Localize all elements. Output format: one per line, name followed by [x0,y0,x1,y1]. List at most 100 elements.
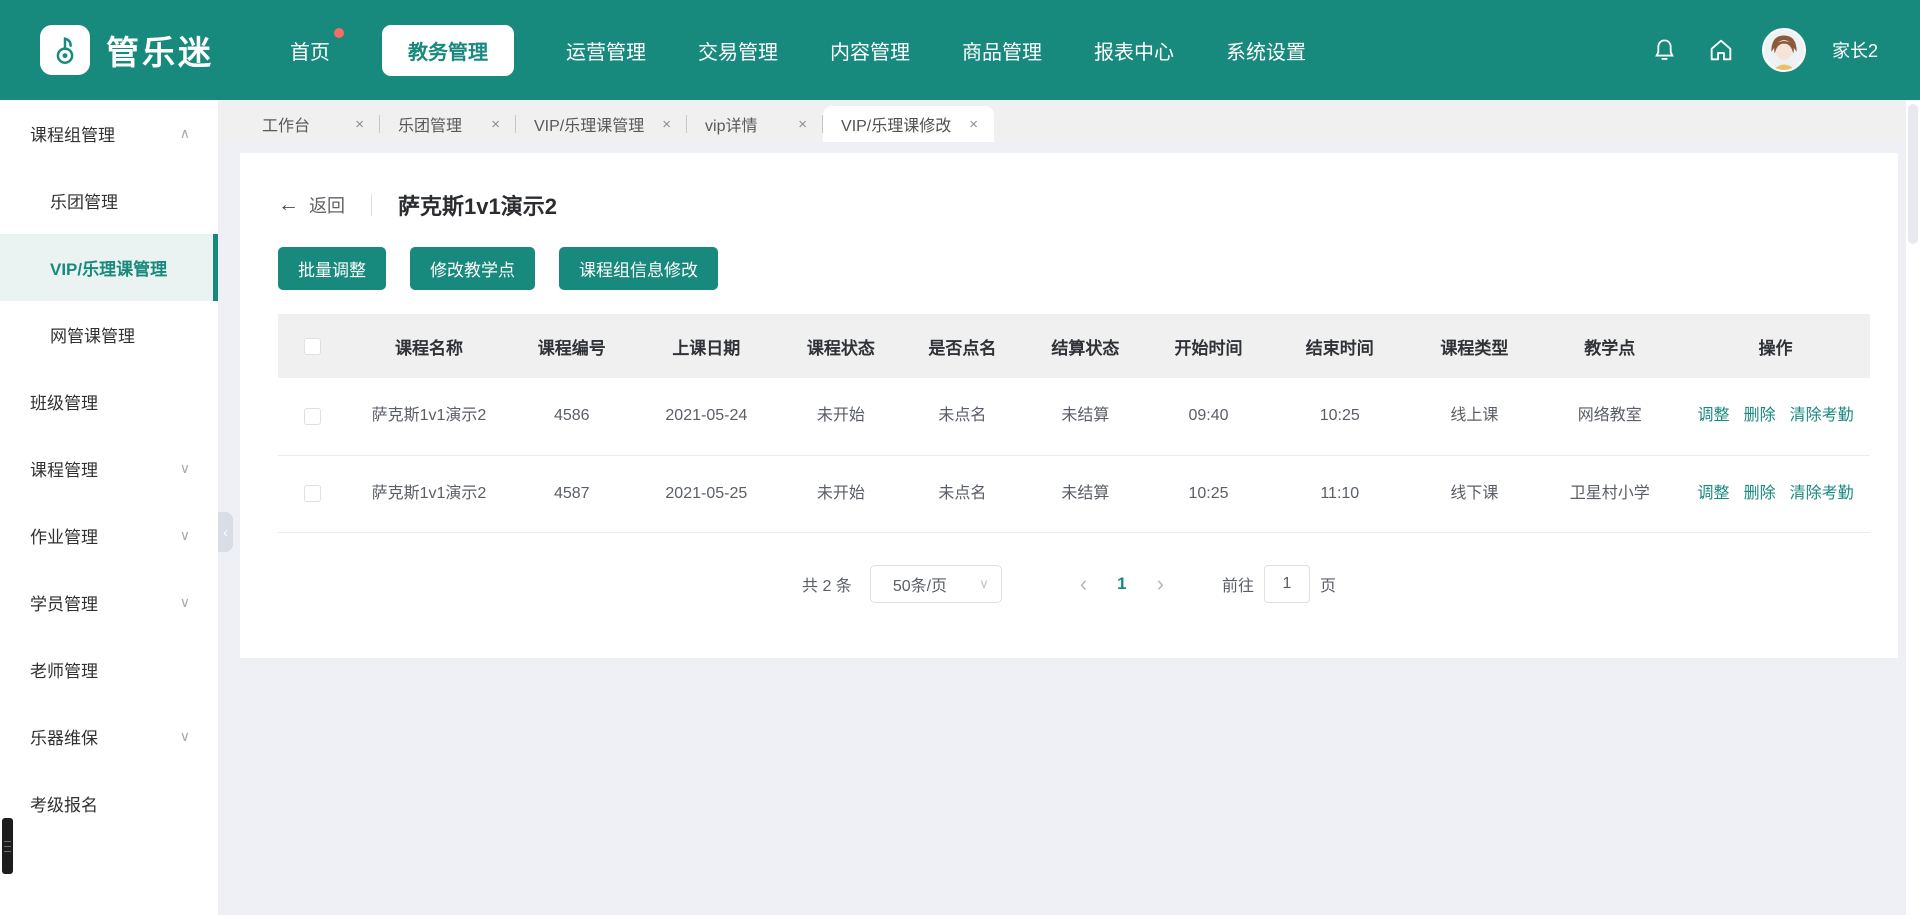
edit-teaching-site-button[interactable]: 修改教学点 [410,247,535,290]
table-header-row: 课程名称 课程编号 上课日期 课程状态 是否点名 结算状态 开始时间 结束时间 … [278,314,1870,378]
close-icon[interactable]: × [798,116,807,133]
row-checkbox[interactable] [304,408,321,425]
cell-course-code: 4587 [511,455,632,532]
cell-course-name: 萨克斯1v1演示2 [372,404,487,428]
content-card: ← 返回 萨克斯1v1演示2 批量调整 修改教学点 课程组信息修改 [240,153,1898,658]
sidebar-item-homework-mgmt[interactable]: 作业管理 ∨ [0,502,218,569]
brand-name: 管乐迷 [106,26,214,74]
tab-vip-theory-mgmt[interactable]: VIP/乐理课管理 × [516,106,687,142]
col-teaching-site: 教学点 [1538,314,1681,378]
sidebar-item-band-mgmt[interactable]: 乐团管理 [0,167,218,234]
col-course-type: 课程类型 [1410,314,1538,378]
main-content: ← 返回 萨克斯1v1演示2 批量调整 修改教学点 课程组信息修改 [218,142,1906,915]
toolbar: 批量调整 修改教学点 课程组信息修改 [240,221,1898,290]
cell-start-time: 09:40 [1148,378,1269,455]
collapse-arrow-icon: ‹ [223,524,228,540]
tab-workbench[interactable]: 工作台 × [244,106,380,142]
col-course-status: 课程状态 [780,314,901,378]
top-navbar: 管乐迷 首页 教务管理 运营管理 交易管理 内容管理 商品管理 报表中心 系统设… [0,0,1920,100]
close-icon[interactable]: × [969,116,978,133]
sidebar-item-instrument-maintenance[interactable]: 乐器维保 ∨ [0,703,218,770]
user-avatar[interactable] [1762,28,1806,72]
select-all-checkbox[interactable] [304,338,321,355]
goto-unit-label: 页 [1320,572,1336,596]
sidebar-collapse-handle[interactable]: ‹ [218,512,233,552]
delete-link[interactable]: 删除 [1744,485,1776,502]
cell-teaching-site: 卫星村小学 [1538,455,1681,532]
sidebar-item-course-group-mgmt[interactable]: 课程组管理 ∧ [0,100,218,167]
brand-logo[interactable]: 管乐迷 [40,25,270,75]
row-checkbox[interactable] [304,485,321,502]
page-number-1[interactable]: 1 [1117,574,1126,594]
edit-course-group-info-button[interactable]: 课程组信息修改 [559,247,718,290]
col-actions: 操作 [1681,314,1870,378]
clear-attendance-link[interactable]: 清除考勤 [1790,407,1854,424]
col-end-time: 结束时间 [1269,314,1410,378]
cell-settlement: 未结算 [1023,455,1148,532]
adjust-link[interactable]: 调整 [1698,485,1730,502]
cell-class-date: 2021-05-24 [632,378,780,455]
next-page-button[interactable]: › [1157,573,1164,595]
batch-adjust-button[interactable]: 批量调整 [278,247,386,290]
adjust-link[interactable]: 调整 [1698,407,1730,424]
page-title: 萨克斯1v1演示2 [398,189,557,221]
sidebar-item-grading-registration[interactable]: 考级报名 [0,770,218,837]
page-size-select[interactable]: 50条/页 ∨ [870,565,1002,603]
course-table-wrap: 课程名称 课程编号 上课日期 课程状态 是否点名 结算状态 开始时间 结束时间 … [278,314,1870,533]
col-rollcall: 是否点名 [902,314,1023,378]
col-course-name: 课程名称 [347,314,511,378]
cell-class-date: 2021-05-25 [632,455,780,532]
sidebar-scrollbar-thumb[interactable] [2,818,13,874]
delete-link[interactable]: 删除 [1744,407,1776,424]
table-row: 萨克斯1v1演示2 4586 2021-05-24 未开始 未点名 未结算 09… [278,378,1870,455]
goto-page-input[interactable] [1264,565,1310,603]
app-root: 管乐迷 首页 教务管理 运营管理 交易管理 内容管理 商品管理 报表中心 系统设… [0,0,1920,915]
col-course-code: 课程编号 [511,314,632,378]
table-row: 萨克斯1v1演示2 4587 2021-05-25 未开始 未点名 未结算 10… [278,455,1870,532]
page-scrollbar-thumb[interactable] [1908,104,1918,244]
tab-vip-theory-edit[interactable]: VIP/乐理课修改 × [823,106,994,142]
back-button[interactable]: ← 返回 [278,192,345,218]
col-start-time: 开始时间 [1148,314,1269,378]
sidebar-item-course-mgmt[interactable]: 课程管理 ∨ [0,435,218,502]
cell-rollcall: 未点名 [902,455,1023,532]
nav-item-operations[interactable]: 运营管理 [566,36,646,65]
chevron-down-icon: ∨ [180,728,190,745]
nav-item-content[interactable]: 内容管理 [830,36,910,65]
bell-icon[interactable] [1650,35,1680,65]
nav-item-academic[interactable]: 教务管理 [382,25,514,76]
username-label[interactable]: 家长2 [1832,37,1878,63]
nav-item-settings[interactable]: 系统设置 [1226,36,1306,65]
nav-item-transactions[interactable]: 交易管理 [698,36,778,65]
chevron-down-icon: ∨ [180,527,190,544]
nav-item-products[interactable]: 商品管理 [962,36,1042,65]
nav-item-home[interactable]: 首页 [290,36,330,65]
sidebar-item-class-mgmt[interactable]: 班级管理 [0,368,218,435]
cell-course-status: 未开始 [780,455,901,532]
close-icon[interactable]: × [355,116,364,133]
cell-course-type: 线下课 [1410,455,1538,532]
home-icon[interactable] [1706,35,1736,65]
col-class-date: 上课日期 [632,314,780,378]
nav-item-reports[interactable]: 报表中心 [1094,36,1174,65]
close-icon[interactable]: × [662,116,671,133]
page-scrollbar[interactable] [1906,100,1920,915]
tab-vip-detail[interactable]: vip详情 × [687,106,823,142]
col-settlement: 结算状态 [1023,314,1148,378]
sidebar-item-vip-theory-mgmt[interactable]: VIP/乐理课管理 [0,234,218,301]
top-nav-menu: 首页 教务管理 运营管理 交易管理 内容管理 商品管理 报表中心 系统设置 [290,25,1306,76]
cell-course-type: 线上课 [1410,378,1538,455]
clear-attendance-link[interactable]: 清除考勤 [1790,485,1854,502]
notification-dot [334,28,344,38]
title-divider [371,194,372,216]
pagination: 共 2 条 50条/页 ∨ ‹ 1 › 前往 页 [240,565,1898,603]
sidebar-item-teacher-mgmt[interactable]: 老师管理 [0,636,218,703]
back-arrow-icon: ← [278,193,299,217]
prev-page-button[interactable]: ‹ [1080,573,1087,595]
chevron-up-icon: ∧ [180,125,190,142]
tab-band-mgmt[interactable]: 乐团管理 × [380,106,516,142]
close-icon[interactable]: × [491,116,500,133]
cell-start-time: 10:25 [1148,455,1269,532]
sidebar-item-student-mgmt[interactable]: 学员管理 ∨ [0,569,218,636]
sidebar-item-online-course-mgmt[interactable]: 网管课管理 [0,301,218,368]
